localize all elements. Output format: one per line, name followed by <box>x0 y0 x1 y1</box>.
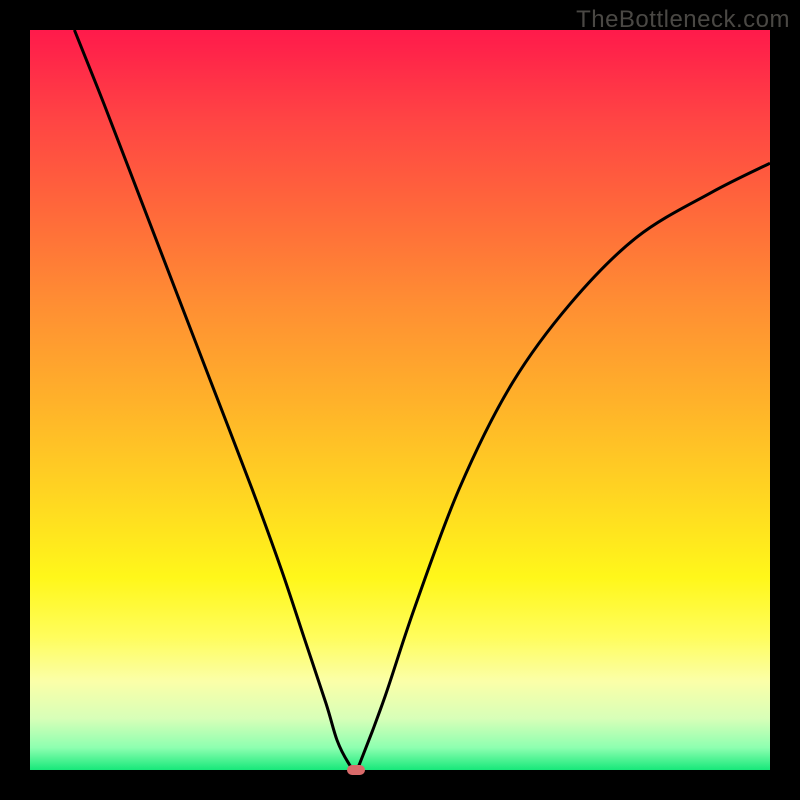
chart-frame: TheBottleneck.com <box>0 0 800 800</box>
optimal-point-marker <box>347 765 365 775</box>
bottleneck-curve <box>30 30 770 770</box>
watermark-text: TheBottleneck.com <box>576 6 790 34</box>
plot-area <box>30 30 770 770</box>
